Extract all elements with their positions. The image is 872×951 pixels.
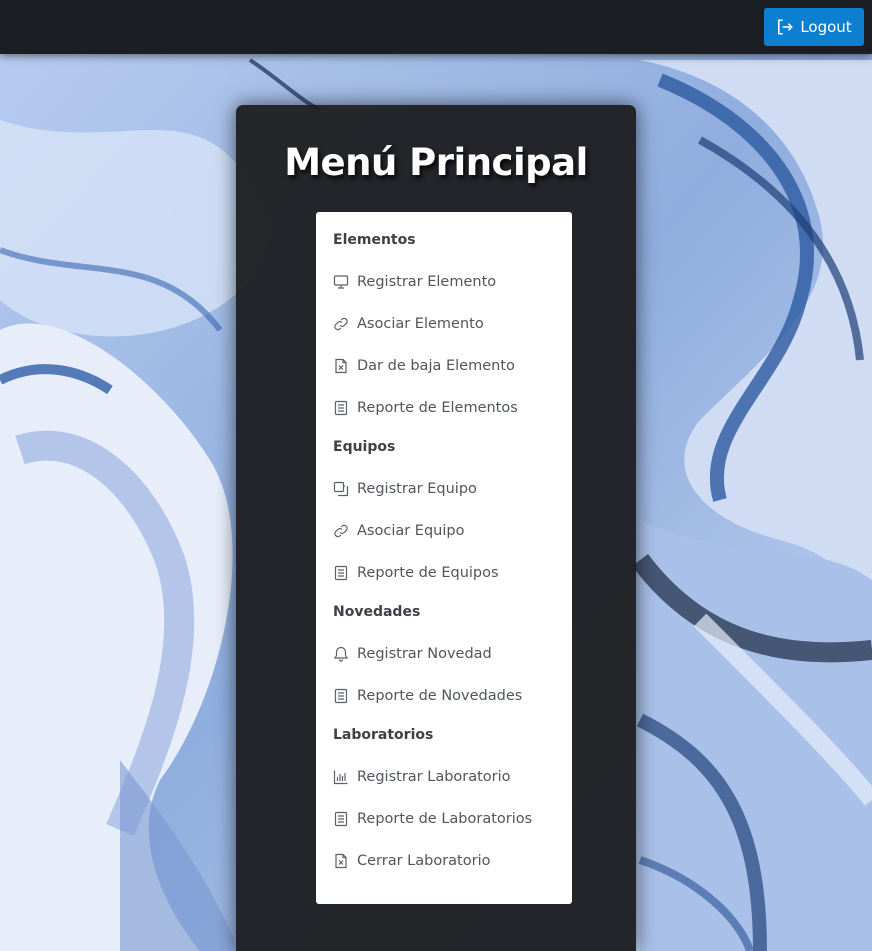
menu-item-registrar-equipo[interactable]: Registrar Equipo — [316, 468, 572, 510]
menu-item-label: Registrar Laboratorio — [357, 769, 511, 785]
file-x-icon — [332, 853, 349, 870]
menu-item-label: Asociar Elemento — [357, 316, 484, 332]
logout-label: Logout — [800, 18, 852, 36]
copy-icon — [332, 481, 349, 498]
menu-item-label: Registrar Elemento — [357, 274, 497, 290]
page-title: Menú Principal — [284, 141, 588, 184]
menu-item-reporte-de-equipos[interactable]: Reporte de Equipos — [316, 552, 572, 594]
menu-item-reporte-de-laboratorios[interactable]: Reporte de Laboratorios — [316, 798, 572, 840]
section-title-laboratorios: Laboratorios — [333, 727, 434, 743]
logout-button[interactable]: Logout — [764, 8, 864, 46]
link-icon — [332, 523, 349, 540]
menu-item-label: Dar de baja Elemento — [357, 358, 515, 374]
menu-item-registrar-elemento[interactable]: Registrar Elemento — [316, 261, 572, 303]
menu-item-reporte-de-novedades[interactable]: Reporte de Novedades — [316, 675, 572, 717]
menu-item-label: Reporte de Elementos — [357, 400, 518, 416]
menu-item-asociar-equipo[interactable]: Asociar Equipo — [316, 510, 572, 552]
section-title-equipos: Equipos — [333, 439, 396, 455]
menu-item-label: Reporte de Laboratorios — [357, 811, 533, 827]
menu-item-label: Asociar Equipo — [357, 523, 465, 539]
top-navbar: Logout — [0, 0, 872, 54]
menu-item-label: Registrar Equipo — [357, 481, 477, 497]
bell-icon — [332, 646, 349, 663]
document-icon — [332, 565, 349, 582]
menu-item-cerrar-laboratorio[interactable]: Cerrar Laboratorio — [316, 840, 572, 882]
section-title-novedades: Novedades — [333, 604, 421, 620]
menu-card: Elementos Registrar Elemento Asociar Ele… — [316, 212, 572, 904]
menu-item-registrar-novedad[interactable]: Registrar Novedad — [316, 633, 572, 675]
monitor-icon — [332, 274, 349, 291]
document-icon — [332, 811, 349, 828]
menu-item-label: Reporte de Equipos — [357, 565, 499, 581]
bar-chart-icon — [332, 769, 349, 786]
document-icon — [332, 688, 349, 705]
menu-item-reporte-de-elementos[interactable]: Reporte de Elementos — [316, 387, 572, 429]
menu-item-dar-de-baja-elemento[interactable]: Dar de baja Elemento — [316, 345, 572, 387]
file-x-icon — [332, 358, 349, 375]
document-icon — [332, 400, 349, 417]
menu-item-registrar-laboratorio[interactable]: Registrar Laboratorio — [316, 756, 572, 798]
section-title-elementos: Elementos — [333, 232, 416, 248]
logout-icon — [776, 18, 794, 36]
menu-item-label: Reporte de Novedades — [357, 688, 523, 704]
link-icon — [332, 316, 349, 333]
menu-item-label: Registrar Novedad — [357, 646, 492, 662]
menu-item-asociar-elemento[interactable]: Asociar Elemento — [316, 303, 572, 345]
menu-item-label: Cerrar Laboratorio — [357, 853, 491, 869]
main-menu-panel: Menú Principal Elementos Registrar Eleme… — [236, 105, 636, 951]
